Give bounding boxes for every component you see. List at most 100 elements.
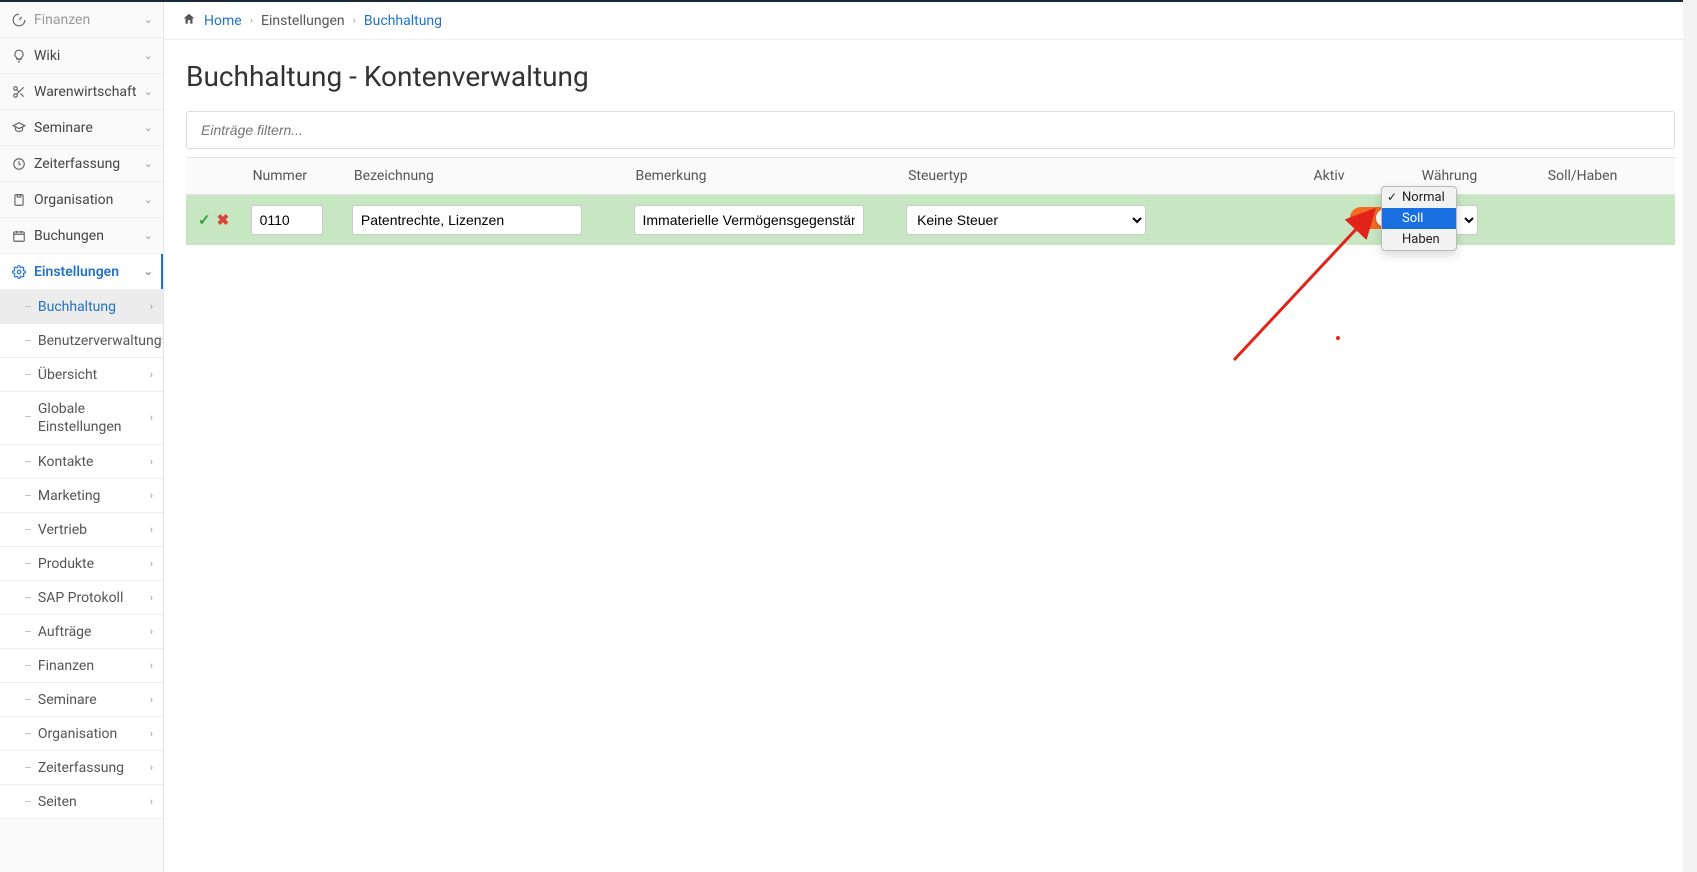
dash-icon: – [24,410,32,426]
filter-box [186,111,1675,149]
dropdown-option-haben[interactable]: Haben [1382,229,1456,250]
chevron-right-icon: › [150,455,153,468]
dash-icon: – [24,659,32,673]
dash-icon: – [24,455,32,469]
sidebar-sub-produkte[interactable]: – Produkte › [0,547,163,581]
chevron-right-icon: › [150,368,153,381]
chevron-right-icon: › [150,795,153,808]
row-actions: ✓ ✖ [192,211,239,229]
home-icon [182,12,196,30]
sidebar-sub-seminare[interactable]: – Seminare › [0,683,163,717]
sidebar-item-zeiterfassung[interactable]: Zeiterfassung ⌄ [0,146,163,182]
col-header-sollhaben: Soll/Haben [1540,158,1675,195]
chevron-right-icon: › [150,625,153,638]
sidebar-item-label: Einstellungen [34,264,144,280]
calendar-icon [10,229,28,243]
annotation-dot-icon [1336,336,1340,340]
confirm-icon[interactable]: ✓ [198,211,211,229]
sidebar-item-label: Seminare [34,120,144,136]
sidebar-sub-label: Marketing [38,488,150,504]
sidebar-sub-label: Aufträge [38,624,150,640]
clock-icon [10,157,28,171]
chevron-down-icon: ⌄ [144,49,153,62]
sidebar-sub-finanzen[interactable]: – Finanzen › [0,649,163,683]
cancel-icon[interactable]: ✖ [217,211,230,229]
chevron-right-icon: › [150,523,153,536]
sidebar-item-seminare[interactable]: Seminare ⌄ [0,110,163,146]
sidebar-sub-buchhaltung[interactable]: – Buchhaltung › [0,290,163,324]
sidebar-item-label: Finanzen [34,12,144,28]
chevron-right-icon: › [250,14,253,27]
sidebar-item-finanzen[interactable]: Finanzen ⌄ [0,2,163,38]
scrollbar[interactable] [1683,0,1697,872]
sidebar-item-label: Warenwirtschaft [34,84,144,100]
sidebar-sub-zeiterfassung[interactable]: – Zeiterfassung › [0,751,163,785]
sidebar-sub-seiten[interactable]: – Seiten › [0,785,163,819]
sidebar-sub-label: Seiten [38,794,150,810]
sidebar-item-einstellungen[interactable]: Einstellungen ⌄ [0,254,163,290]
sidebar-sub-label: Organisation [38,726,150,742]
sidebar-item-buchungen[interactable]: Buchungen ⌄ [0,218,163,254]
sidebar-item-organisation[interactable]: Organisation ⌄ [0,182,163,218]
chevron-right-icon: › [150,411,153,425]
content: Buchhaltung - Kontenverwaltung Nummer Be… [164,40,1697,872]
filter-input[interactable] [187,112,1674,148]
dash-icon: – [24,557,32,571]
chevron-right-icon: › [150,761,153,774]
steuertyp-select[interactable]: Keine Steuer [906,205,1146,235]
main-area: Home › Einstellungen › Buchhaltung Buchh… [164,2,1697,872]
col-header-nummer: Nummer [245,158,346,195]
sidebar-sub-uebersicht[interactable]: – Übersicht › [0,358,163,392]
sidebar-sub-sap-protokoll[interactable]: – SAP Protokoll › [0,581,163,615]
sidebar-sub-organisation[interactable]: – Organisation › [0,717,163,751]
sidebar-sub-benutzerverwaltung[interactable]: – Benutzerverwaltung › [0,324,163,358]
col-header-steuertyp: Steuertyp [900,158,1305,195]
chevron-right-icon: › [150,557,153,570]
col-actions [186,158,245,195]
breadcrumb-einstellungen: Einstellungen [261,13,345,29]
chevron-right-icon: › [150,489,153,502]
bemerkung-input[interactable] [634,205,864,235]
gear-icon [10,265,28,279]
dash-icon: – [24,727,32,741]
col-header-bezeichnung: Bezeichnung [346,158,628,195]
dropdown-option-normal[interactable]: Normal [1382,187,1456,208]
chevron-down-icon: ⌄ [144,157,153,170]
sidebar-item-label: Buchungen [34,228,144,244]
chevron-right-icon: › [150,659,153,672]
sidebar-sub-globale-einstellungen[interactable]: – Globale Einstellungen › [0,392,163,445]
nummer-input[interactable] [251,205,323,235]
graduation-icon [10,121,28,135]
chevron-right-icon: › [150,693,153,706]
dash-icon: – [24,761,32,775]
sidebar-sub-auftraege[interactable]: – Aufträge › [0,615,163,649]
dash-icon: – [24,368,32,382]
breadcrumb: Home › Einstellungen › Buchhaltung [164,2,1697,40]
sidebar-sub-label: Produkte [38,556,150,572]
chevron-right-icon: › [150,591,153,604]
sidebar-sub-label: Finanzen [38,658,150,674]
sidebar-sub-label: Buchhaltung [38,299,150,315]
sidebar-sub-vertrieb[interactable]: – Vertrieb › [0,513,163,547]
sidebar-item-label: Zeiterfassung [34,156,144,172]
sidebar-item-warenwirtschaft[interactable]: Warenwirtschaft ⌄ [0,74,163,110]
breadcrumb-buchhaltung[interactable]: Buchhaltung [364,13,442,29]
clipboard-icon [10,193,28,207]
sidebar-sub-kontakte[interactable]: – Kontakte › [0,445,163,479]
dash-icon: – [24,625,32,639]
sollhaben-dropdown[interactable]: Normal Soll Haben [1381,186,1457,251]
bezeichnung-input[interactable] [352,205,582,235]
dash-icon: – [24,300,32,314]
sidebar-sub-marketing[interactable]: – Marketing › [0,479,163,513]
dropdown-option-soll[interactable]: Soll [1382,208,1456,229]
chevron-right-icon: › [353,14,356,27]
dash-icon: – [24,693,32,707]
chevron-down-icon: ⌄ [144,121,153,134]
sidebar-item-wiki[interactable]: Wiki ⌄ [0,38,163,74]
breadcrumb-home[interactable]: Home [204,13,242,29]
sidebar-sub-label: SAP Protokoll [38,590,150,606]
sidebar-sub-label: Seminare [38,692,150,708]
chevron-down-icon: ⌄ [144,193,153,206]
dash-icon: – [24,523,32,537]
dash-icon: – [24,795,32,809]
